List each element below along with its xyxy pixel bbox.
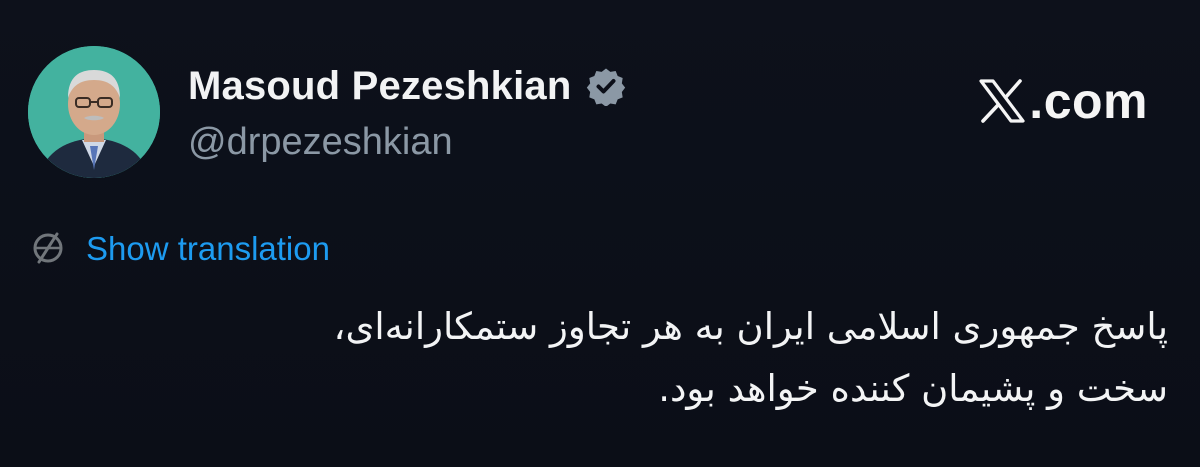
globe-icon <box>28 228 68 268</box>
x-logo-icon <box>979 79 1025 123</box>
tweet-line: سخت و پشیمان کننده خواهد بود. <box>658 367 1168 410</box>
avatar[interactable] <box>28 46 160 178</box>
author-handle[interactable]: @drpezeshkian <box>188 123 453 161</box>
tweet-line: پاسخ جمهوری اسلامی ایران به هر تجاوز ستم… <box>333 305 1169 348</box>
show-translation-button[interactable]: Show translation <box>28 228 330 268</box>
show-translation-label[interactable]: Show translation <box>86 232 330 265</box>
tweet-card: Masoud Pezeshkian @drpezeshkian .com Sho… <box>0 0 1200 467</box>
verified-badge-icon <box>586 66 626 107</box>
x-com-logo: .com <box>979 76 1148 126</box>
author-row: Masoud Pezeshkian <box>188 66 626 107</box>
tweet-text: پاسخ جمهوری اسلامی ایران به هر تجاوز ستم… <box>68 296 1169 420</box>
display-name[interactable]: Masoud Pezeshkian <box>188 66 572 106</box>
x-logo-domain: .com <box>1029 73 1148 129</box>
